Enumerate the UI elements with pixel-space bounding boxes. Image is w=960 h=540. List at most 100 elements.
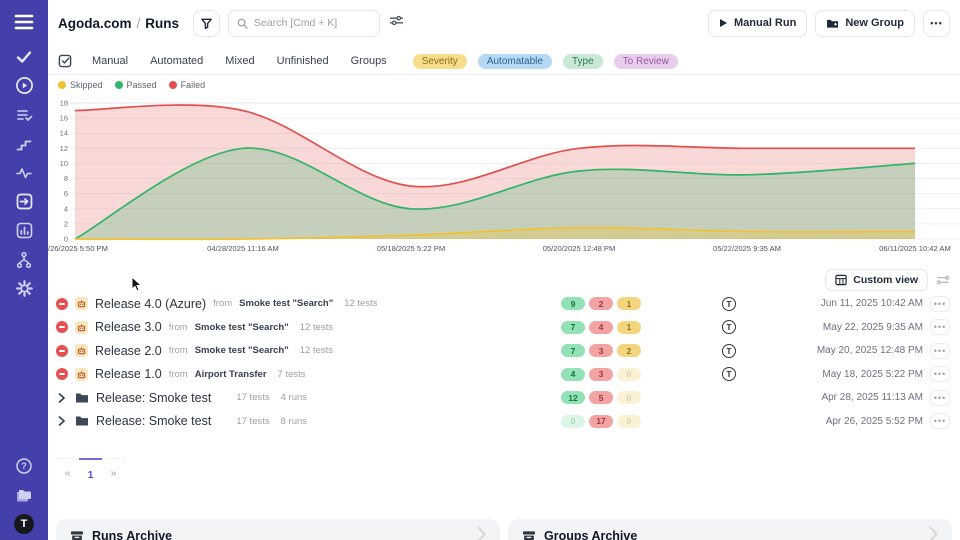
y-tick-label: 6 <box>64 189 68 198</box>
run-from-label: from <box>213 298 232 309</box>
import-icon[interactable] <box>0 187 48 216</box>
passed-count-badge: 7 <box>561 321 585 334</box>
pulse-activity-icon[interactable] <box>0 158 48 187</box>
run-source[interactable]: Smoke test "Search" <box>195 322 289 333</box>
app-logo[interactable]: T <box>0 509 48 538</box>
new-group-label: New Group <box>845 17 904 29</box>
run-row[interactable]: Release 4.0 (Azure) from Smoke test "Sea… <box>48 292 960 316</box>
skipped-count-badge: 1 <box>617 321 641 334</box>
run-date: May 18, 2025 5:22 PM <box>809 369 923 380</box>
failed-status-icon <box>56 298 68 310</box>
filter-badge-automatable[interactable]: Automatable <box>478 54 552 69</box>
filter-badge-to-review[interactable]: To Review <box>614 54 678 69</box>
sort-settings-icon[interactable] <box>936 274 950 286</box>
runs-archive-card[interactable]: Runs Archive <box>56 519 500 540</box>
milestones-steps-icon[interactable] <box>0 129 48 158</box>
run-runs-count: 8 runs <box>281 416 307 427</box>
header-more-button[interactable]: ••• <box>923 10 950 37</box>
pagination-next[interactable]: » <box>102 458 125 481</box>
tab-mixed[interactable]: Mixed <box>225 55 254 67</box>
filter-badge-type[interactable]: Type <box>563 54 603 69</box>
run-title[interactable]: Release 3.0 <box>95 320 162 334</box>
run-from-label: from <box>169 345 188 356</box>
legend-item-passed[interactable]: Passed <box>115 80 157 90</box>
search-box[interactable] <box>228 10 380 37</box>
run-row[interactable]: Release 3.0 from Smoke test "Search" 12 … <box>48 316 960 340</box>
tab-unfinished[interactable]: Unfinished <box>277 55 329 67</box>
x-axis-label: 04/28/2025 11:16 AM <box>207 244 279 253</box>
search-settings-sliders-icon[interactable] <box>389 14 404 32</box>
y-tick-label: 2 <box>64 219 68 228</box>
runs-play-icon[interactable] <box>0 71 48 100</box>
expand-chevron-icon[interactable] <box>56 393 68 403</box>
legend-item-failed[interactable]: Failed <box>169 80 206 90</box>
failed-status-icon <box>56 321 68 333</box>
y-tick-label: 8 <box>64 174 68 183</box>
run-title[interactable]: Release 4.0 (Azure) <box>95 297 206 311</box>
result-badges: 741 <box>561 321 649 334</box>
run-title[interactable]: Release: Smoke test <box>96 414 211 428</box>
legend-dot-icon <box>115 81 123 89</box>
x-axis-label: 05/22/2025 9:35 AM <box>713 244 781 253</box>
breadcrumb: Agoda.com/Runs <box>58 16 179 31</box>
row-menu-button[interactable]: ••• <box>930 296 950 312</box>
row-menu-button[interactable]: ••• <box>930 390 950 406</box>
search-icon <box>237 18 248 29</box>
skipped-count-badge: 0 <box>617 368 641 381</box>
reporter-t-icon: T <box>722 297 736 311</box>
run-source[interactable]: Airport Transfer <box>195 369 267 380</box>
skipped-count-badge: 0 <box>617 391 641 404</box>
plans-list-check-icon[interactable] <box>0 100 48 129</box>
runs-trend-chart[interactable]: 024681012141618/26/2025 5:50 PM04/28/202… <box>48 94 960 260</box>
failed-count-badge: 2 <box>589 297 613 310</box>
play-icon <box>719 18 728 28</box>
run-row[interactable]: Release: Smoke test 17 tests 4 runs 1250… <box>48 386 960 410</box>
row-menu-button[interactable]: ••• <box>930 343 950 359</box>
passed-count-badge: 0 <box>561 415 585 428</box>
legend-label: Passed <box>127 80 157 90</box>
run-row[interactable]: Release 1.0 from Airport Transfer 7 test… <box>48 363 960 387</box>
archive-cards: Runs Archive Groups Archive <box>56 519 952 540</box>
automated-robot-icon <box>75 321 88 334</box>
tests-check-icon[interactable] <box>0 42 48 71</box>
menu-icon[interactable] <box>0 2 48 42</box>
help-icon[interactable]: ? <box>0 451 48 480</box>
custom-view-button[interactable]: Custom view <box>825 269 928 291</box>
filter-badge-severity[interactable]: Severity <box>413 54 467 69</box>
run-source[interactable]: Smoke test "Search" <box>195 345 289 356</box>
pagination-page-1[interactable]: 1 <box>79 458 102 481</box>
run-title[interactable]: Release: Smoke test <box>96 391 211 405</box>
projects-folders-icon[interactable] <box>0 480 48 509</box>
row-menu-button[interactable]: ••• <box>930 366 950 382</box>
passed-count-badge: 7 <box>561 344 585 357</box>
result-badges: 430 <box>561 368 649 381</box>
breadcrumb-project[interactable]: Agoda.com <box>58 16 132 31</box>
run-title[interactable]: Release 1.0 <box>95 367 162 381</box>
branches-git-icon[interactable] <box>0 245 48 274</box>
groups-archive-card[interactable]: Groups Archive <box>508 519 952 540</box>
groups-archive-title: Groups Archive <box>544 529 637 540</box>
run-row[interactable]: Release 2.0 from Smoke test "Search" 12 … <box>48 339 960 363</box>
pagination-prev[interactable]: « <box>56 458 79 481</box>
result-badges: 732 <box>561 344 649 357</box>
run-title[interactable]: Release 2.0 <box>95 344 162 358</box>
settings-gear-icon[interactable] <box>0 274 48 303</box>
search-input[interactable] <box>254 17 364 29</box>
result-badges: 0170 <box>561 415 649 428</box>
tab-groups[interactable]: Groups <box>351 55 387 67</box>
run-row[interactable]: Release: Smoke test 17 tests 8 runs 0170… <box>48 410 960 434</box>
reports-chart-icon[interactable] <box>0 216 48 245</box>
expand-chevron-icon[interactable] <box>56 416 68 426</box>
new-group-button[interactable]: New Group <box>815 10 915 37</box>
legend-item-skipped[interactable]: Skipped <box>58 80 103 90</box>
pagination: « 1 » <box>56 458 125 481</box>
filter-button[interactable] <box>193 10 220 37</box>
run-source[interactable]: Smoke test "Search" <box>239 298 333 309</box>
row-menu-button[interactable]: ••• <box>930 319 950 335</box>
tab-manual[interactable]: Manual <box>92 55 128 67</box>
tab-automated[interactable]: Automated <box>150 55 203 67</box>
select-runs-icon[interactable] <box>58 54 72 68</box>
y-tick-label: 0 <box>64 235 68 244</box>
row-menu-button[interactable]: ••• <box>930 413 950 429</box>
manual-run-button[interactable]: Manual Run <box>708 10 807 37</box>
